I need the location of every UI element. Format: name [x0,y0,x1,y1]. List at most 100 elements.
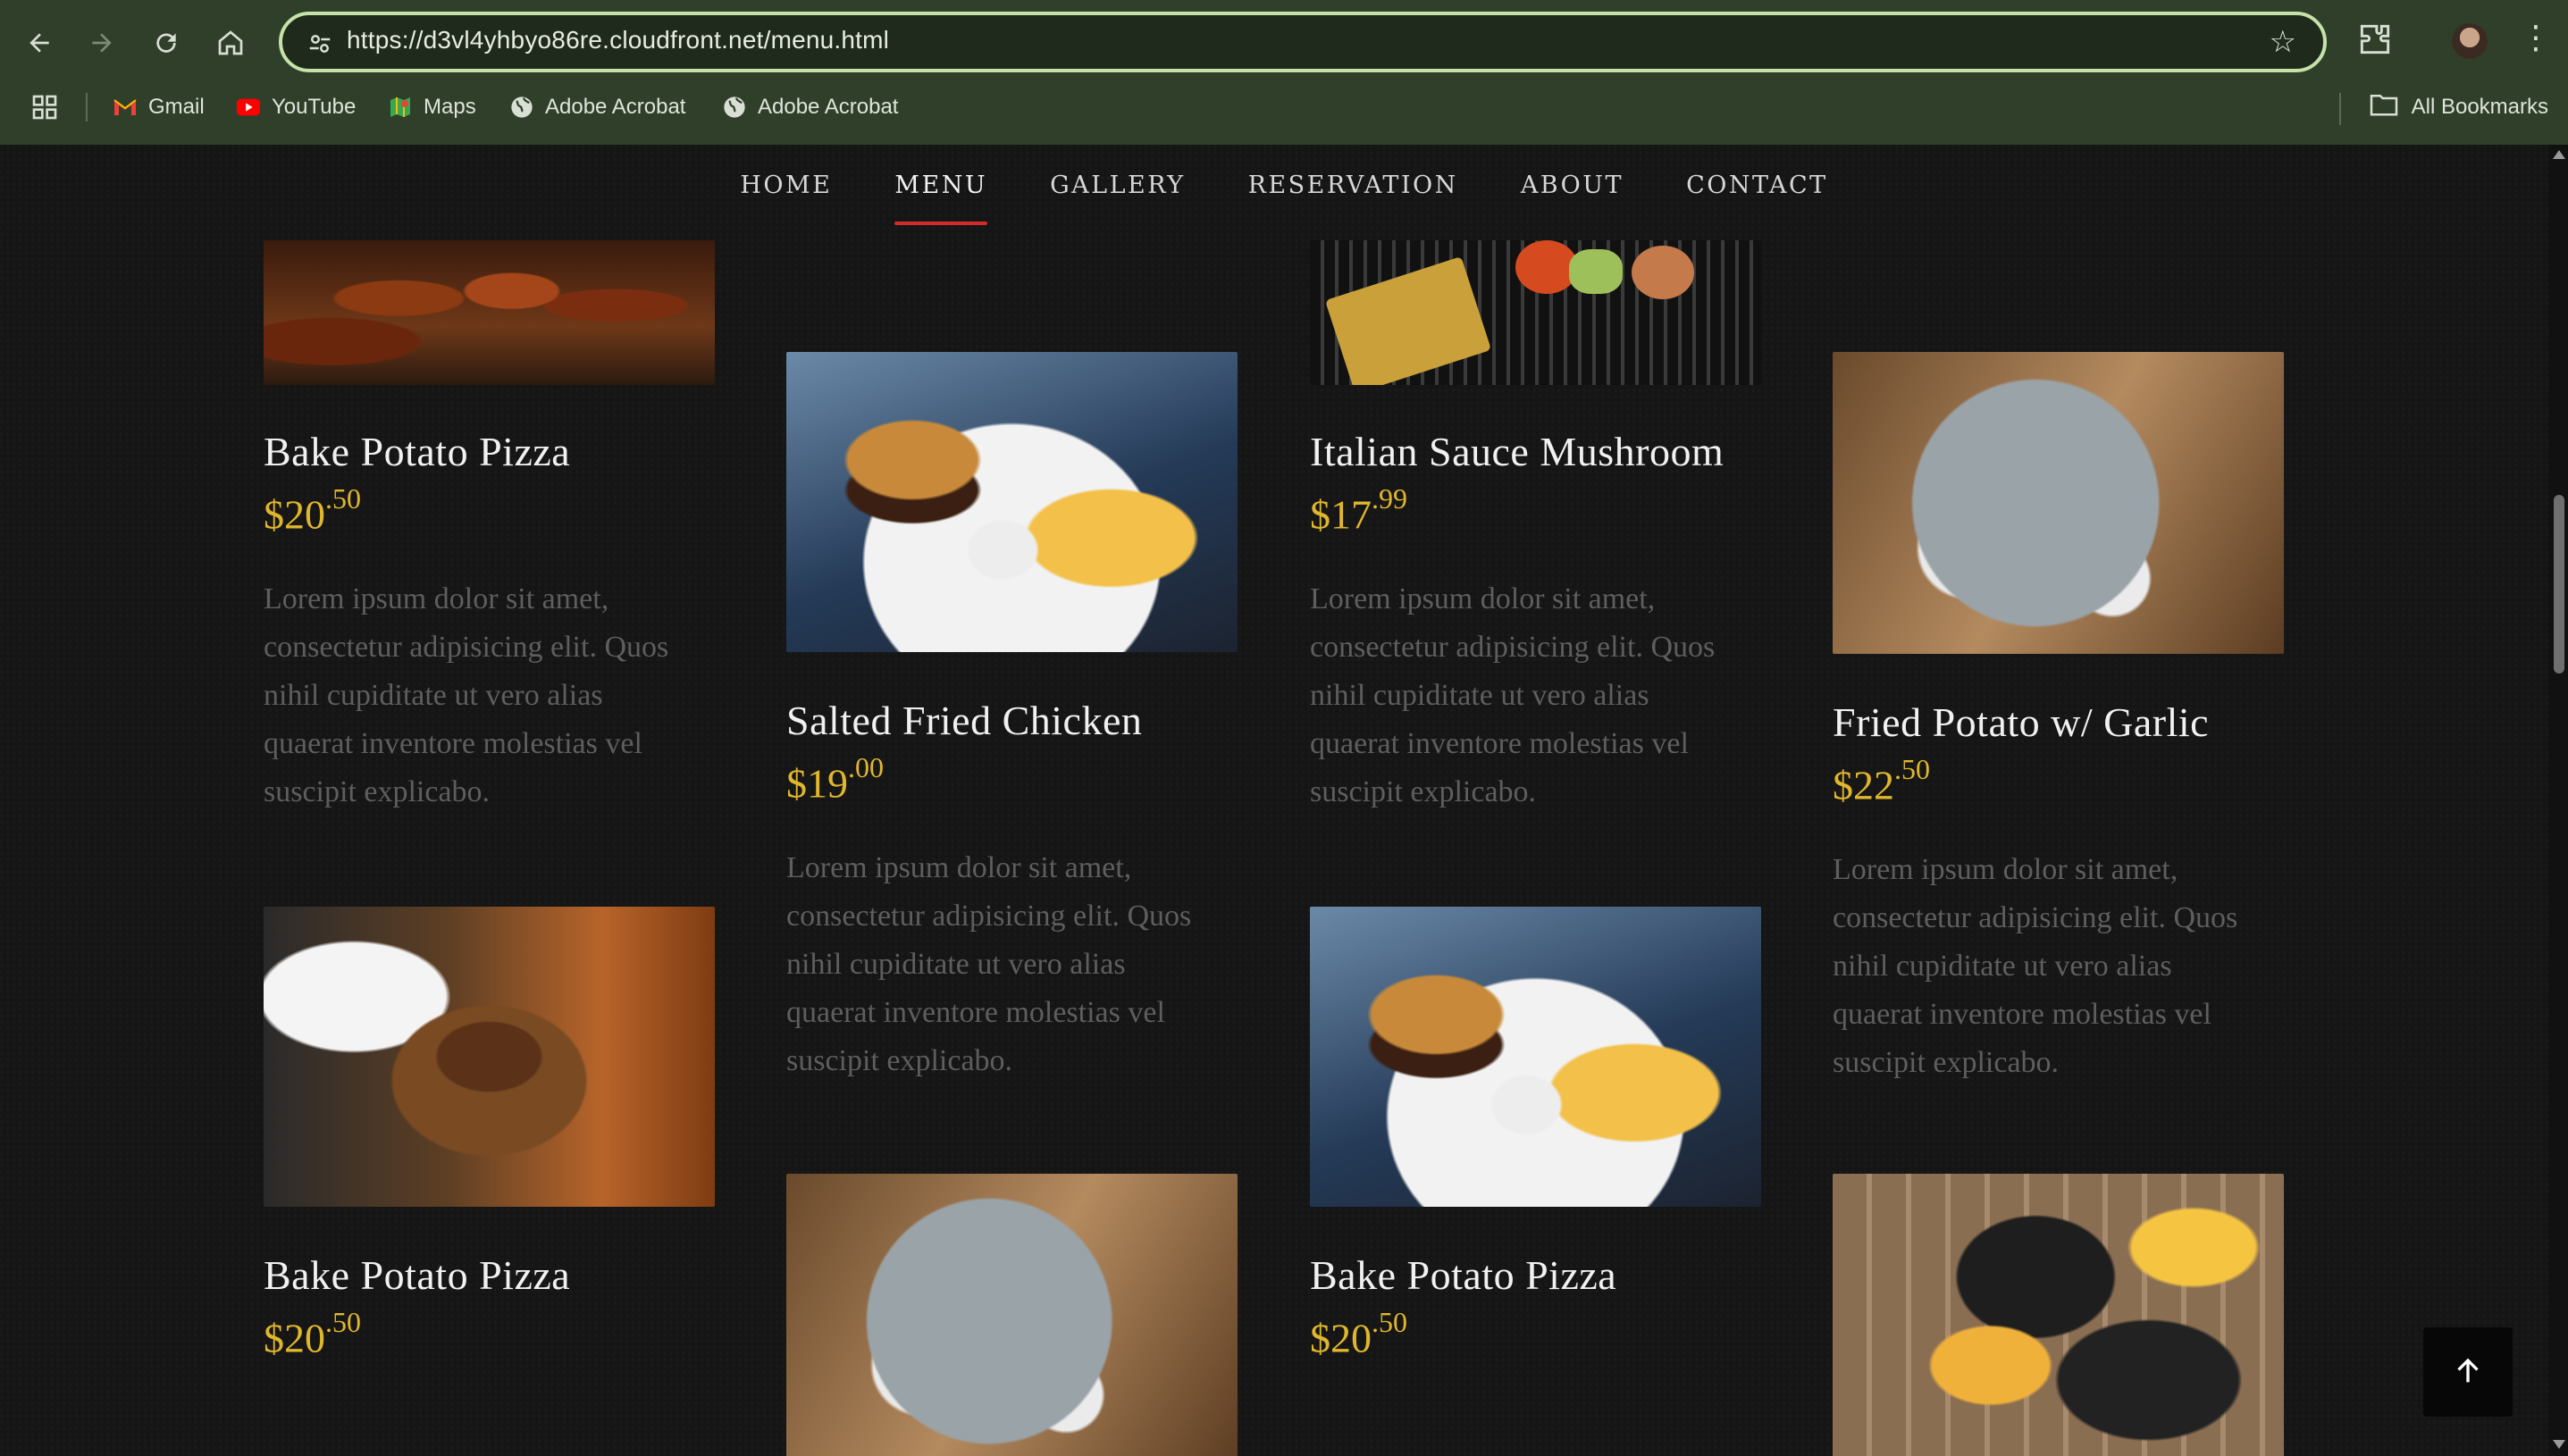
desc-line: suscipit explicabo. [1310,775,1537,809]
reload-icon[interactable] [141,18,191,68]
dish-price: $19.00 [786,751,1238,807]
menu-card: Bake Potato Pizza $20.50 [264,907,715,1361]
nav-contact[interactable]: CONTACT [1686,172,1828,225]
menu-card: Fried Potato w/ Garlic $22.50 Lorem ipsu… [1833,352,2284,1087]
menu-card: Bake Potato Pizza $20.50 [1310,907,1761,1361]
browser-toolbar: https://d3vl4yhbyo86re.cloudfront.net/me… [0,0,2568,146]
menu-page: HOME MENU GALLERY RESERVATION ABOUT CONT… [0,145,2568,1456]
page-scrollbar[interactable] [2548,145,2568,1456]
all-bookmarks[interactable]: All Bookmarks [2369,91,2548,123]
profile-avatar[interactable] [2452,23,2488,59]
desc-line: nihil cupiditate ut vero alias [1833,950,2172,983]
dish-description: Lorem ipsum dolor sit amet, consectetur … [1310,575,1761,816]
back-icon[interactable] [14,18,64,68]
address-bar[interactable]: https://d3vl4yhbyo86re.cloudfront.net/me… [279,12,2327,72]
bookmark-label: Gmail [148,95,205,119]
price-main: $20 [264,491,325,538]
desc-line: quaerat inventore molestias vel [1833,998,2211,1032]
url-text: https://d3vl4yhbyo86re.cloudfront.net/me… [347,26,890,54]
scroll-up-arrow-icon[interactable] [2553,150,2565,159]
gmail-icon [113,95,138,120]
menu-kebab-icon[interactable]: ⋮ [2520,20,2552,56]
price-cents: .99 [1372,482,1407,515]
globe-icon [509,95,534,120]
food-image [264,907,715,1207]
bookmarks-bar: Gmail YouTube Maps Adobe Acrobat Adobe A… [0,86,2568,129]
food-image [1310,240,1761,385]
forward-icon[interactable] [77,18,127,68]
bookmark-label: YouTube [272,95,357,119]
bookmark-star-icon[interactable]: ☆ [2270,24,2296,60]
dish-price: $20.50 [264,1306,715,1361]
extensions-icon[interactable] [2355,20,2395,59]
dish-description: Lorem ipsum dolor sit amet, consectetur … [264,575,715,816]
bookmarks-divider [2339,93,2341,125]
nav-gallery[interactable]: GALLERY [1050,172,1185,225]
home-icon[interactable] [206,18,256,68]
globe-icon [722,95,747,120]
desc-line: consectetur adipisicing elit. Quos [1833,901,2238,935]
food-image [786,1174,1238,1456]
dish-description: Lorem ipsum dolor sit amet, consectetur … [786,844,1238,1085]
desc-line: Lorem ipsum dolor sit amet, [1310,582,1656,616]
price-main: $20 [264,1315,325,1361]
bookmark-maps[interactable]: Maps [388,91,476,123]
price-cents: .50 [325,1306,361,1338]
price-main: $20 [1310,1315,1372,1361]
menu-card: Salted Fried Chicken $19.00 Lorem ipsum … [786,352,1238,1085]
dish-price: $22.50 [1833,753,2284,808]
bookmarks-separator [86,93,88,121]
food-image [1833,1174,2284,1456]
dish-name: Fried Potato w/ Garlic [1833,699,2210,745]
desc-line: nihil cupiditate ut vero alias [264,679,603,713]
apps-grid-icon[interactable] [30,93,59,121]
back-to-top-button[interactable] [2423,1327,2513,1417]
dish-name: Bake Potato Pizza [264,1252,571,1298]
food-image [1833,352,2284,654]
bookmark-adobe-acrobat-2[interactable]: Adobe Acrobat [722,91,898,123]
food-image [1310,907,1761,1207]
dish-price: $17.99 [1310,482,1761,538]
menu-card: Italian Sauce Mushroom $17.99 Lorem ipsu… [1310,240,1761,816]
desc-line: nihil cupiditate ut vero alias [786,948,1126,982]
menu-card [1833,1174,2284,1456]
nav-home[interactable]: HOME [740,172,832,225]
dish-name: Italian Sauce Mushroom [1310,429,1725,474]
scroll-down-arrow-icon[interactable] [2553,1440,2565,1449]
nav-menu[interactable]: MENU [894,172,987,225]
scroll-thumb[interactable] [2554,495,2564,674]
arrow-up-icon [2450,1352,2486,1392]
bookmark-gmail[interactable]: Gmail [113,91,205,123]
desc-line: suscipit explicabo. [786,1044,1013,1078]
desc-line: Lorem ipsum dolor sit amet, [1833,853,2178,887]
food-image [264,240,715,385]
bookmark-youtube[interactable]: YouTube [236,91,356,123]
price-main: $22 [1833,762,1894,808]
desc-line: suscipit explicabo. [1833,1046,2060,1080]
desc-line: consectetur adipisicing elit. Quos [786,900,1192,933]
desc-line: nihil cupiditate ut vero alias [1310,679,1649,713]
maps-icon [388,95,413,120]
desc-line: Lorem ipsum dolor sit amet, [264,582,609,616]
desc-line: suscipit explicabo. [264,775,491,809]
desc-line: quaerat inventore molestias vel [1310,727,1689,761]
nav-reservation[interactable]: RESERVATION [1248,172,1458,225]
dish-name: Bake Potato Pizza [1310,1252,1617,1298]
desc-line: quaerat inventore molestias vel [786,996,1165,1030]
main-nav: HOME MENU GALLERY RESERVATION ABOUT CONT… [0,172,2568,225]
price-cents: .00 [848,751,884,783]
dish-name: Bake Potato Pizza [264,429,571,474]
dish-name: Salted Fried Chicken [786,698,1143,743]
site-settings-icon[interactable] [302,26,338,62]
bookmark-adobe-acrobat-1[interactable]: Adobe Acrobat [509,91,685,123]
price-cents: .50 [325,482,361,515]
folder-icon [2369,92,2399,123]
nav-about[interactable]: ABOUT [1521,172,1624,225]
price-cents: .50 [1372,1306,1407,1338]
dish-description: Lorem ipsum dolor sit amet, consectetur … [1833,846,2284,1087]
price-main: $19 [786,760,848,807]
food-image [786,352,1238,652]
desc-line: consectetur adipisicing elit. Quos [264,631,669,665]
desc-line: consectetur adipisicing elit. Quos [1310,631,1716,665]
menu-card [786,1174,1238,1456]
